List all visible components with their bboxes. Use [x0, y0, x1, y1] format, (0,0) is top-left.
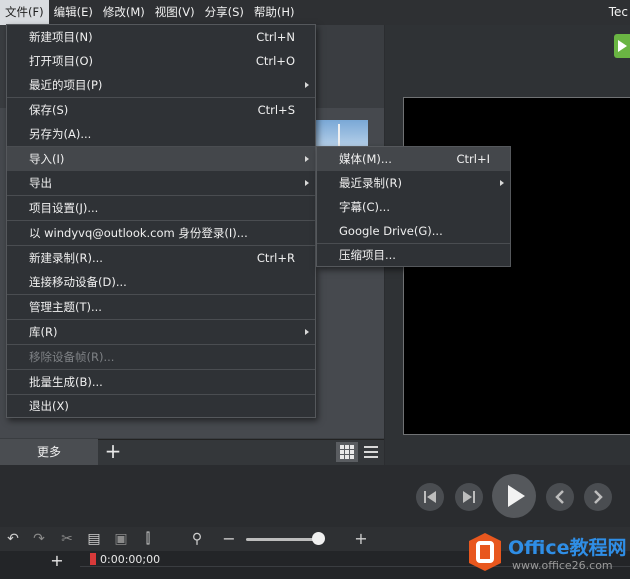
menu-item-captions[interactable]: 字幕(C)... — [317, 195, 510, 219]
list-view-icon[interactable] — [360, 442, 382, 462]
office-logo-icon — [468, 532, 502, 572]
watermark-url: www.office26.com — [512, 559, 613, 572]
undo-icon[interactable]: ↶ — [4, 530, 22, 548]
next-icon[interactable] — [584, 483, 612, 511]
menu-item-recent-projects[interactable]: 最近的项目(P) — [7, 73, 315, 97]
zoom-slider-handle[interactable] — [312, 532, 325, 545]
file-menu: 新建项目(N) Ctrl+N 打开项目(O) Ctrl+O 最近的项目(P) 保… — [6, 24, 316, 418]
menu-item-media[interactable]: 媒体(M)... Ctrl+I — [317, 147, 510, 171]
import-submenu: 媒体(M)... Ctrl+I 最近录制(R) 字幕(C)... Google … — [316, 146, 511, 267]
submenu-arrow-icon — [500, 180, 504, 186]
shortcut: Ctrl+R — [256, 251, 295, 265]
menu-item-project-settings[interactable]: 项目设置(J)... — [7, 196, 315, 220]
menu-item-export[interactable]: 导出 — [7, 171, 315, 195]
menu-item-connect-mobile[interactable]: 连接移动设备(D)... — [7, 270, 315, 294]
menu-help[interactable]: 帮助(H) — [249, 0, 300, 25]
menu-item-save-as[interactable]: 另存为(A)... — [7, 122, 315, 146]
menu-edit[interactable]: 编辑(E) — [49, 0, 98, 25]
menu-item-exit[interactable]: 退出(X) — [7, 394, 315, 418]
menu-view[interactable]: 视图(V) — [150, 0, 200, 25]
menu-item-sign-in[interactable]: 以 windyvq@outlook.com 身份登录(I)... — [7, 221, 315, 245]
menu-item-open-project[interactable]: 打开项目(O) Ctrl+O — [7, 49, 315, 73]
shortcut: Ctrl+N — [256, 30, 295, 44]
split-icon[interactable]: ⫿ — [139, 530, 157, 548]
menu-modify[interactable]: 修改(M) — [98, 0, 150, 25]
media-thumbnail[interactable] — [316, 120, 368, 148]
submenu-arrow-icon — [305, 82, 309, 88]
cut-icon[interactable]: ✂ — [58, 530, 76, 548]
menu-item-batch-production[interactable]: 批量生成(B)... — [7, 370, 315, 394]
menu-item-recent-recordings[interactable]: 最近录制(R) — [317, 171, 510, 195]
watermark-title: Office教程网 — [508, 537, 627, 559]
menu-item-import[interactable]: 导入(I) — [7, 147, 315, 171]
paste-icon[interactable]: ▣ — [112, 530, 130, 548]
step-forward-icon[interactable] — [455, 483, 483, 511]
shortcut: Ctrl+S — [257, 103, 295, 117]
step-back-icon[interactable] — [416, 483, 444, 511]
play-icon[interactable] — [492, 474, 536, 518]
timecode: 0:00:00;00 — [100, 553, 161, 566]
record-button[interactable] — [614, 34, 630, 58]
pointer-icon — [618, 40, 627, 52]
menu-item-zipped-project[interactable]: 压缩项目... — [317, 243, 510, 267]
menu-item-new-recording[interactable]: 新建录制(R)... Ctrl+R — [7, 246, 315, 270]
shortcut: Ctrl+O — [255, 54, 295, 68]
submenu-arrow-icon — [305, 180, 309, 186]
menu-item-remove-device-frame[interactable]: 移除设备帧(R)... — [7, 345, 315, 369]
menu-item-save[interactable]: 保存(S) Ctrl+S — [7, 98, 315, 122]
shortcut: Ctrl+I — [456, 152, 491, 166]
add-button[interactable]: + — [100, 439, 126, 465]
menu-item-google-drive[interactable]: Google Drive(G)... — [317, 219, 510, 243]
submenu-arrow-icon — [305, 329, 309, 335]
add-track-icon[interactable]: + — [48, 553, 66, 571]
copy-icon[interactable]: ▤ — [85, 530, 103, 548]
menu-item-new-project[interactable]: 新建项目(N) Ctrl+N — [7, 25, 315, 49]
zoom-in-icon[interactable]: + — [354, 530, 368, 548]
menu-file[interactable]: 文件(F) — [0, 0, 49, 25]
menu-item-manage-themes[interactable]: 管理主题(T)... — [7, 295, 315, 319]
submenu-arrow-icon — [305, 156, 309, 162]
menu-share[interactable]: 分享(S) — [200, 0, 249, 25]
grid-view-icon[interactable] — [336, 442, 358, 462]
playhead-marker[interactable] — [90, 553, 96, 565]
zoom-icon[interactable]: ⚲ — [188, 530, 206, 548]
zoom-out-icon[interactable]: − — [222, 530, 236, 548]
previous-icon[interactable] — [546, 483, 574, 511]
redo-icon[interactable]: ↷ — [30, 530, 48, 548]
menu-bar: 文件(F) 编辑(E) 修改(M) 视图(V) 分享(S) 帮助(H) Tec — [0, 0, 630, 25]
menu-item-library[interactable]: 库(R) — [7, 320, 315, 344]
app-brand: Tec — [608, 5, 628, 19]
more-button[interactable]: 更多 — [0, 439, 98, 465]
